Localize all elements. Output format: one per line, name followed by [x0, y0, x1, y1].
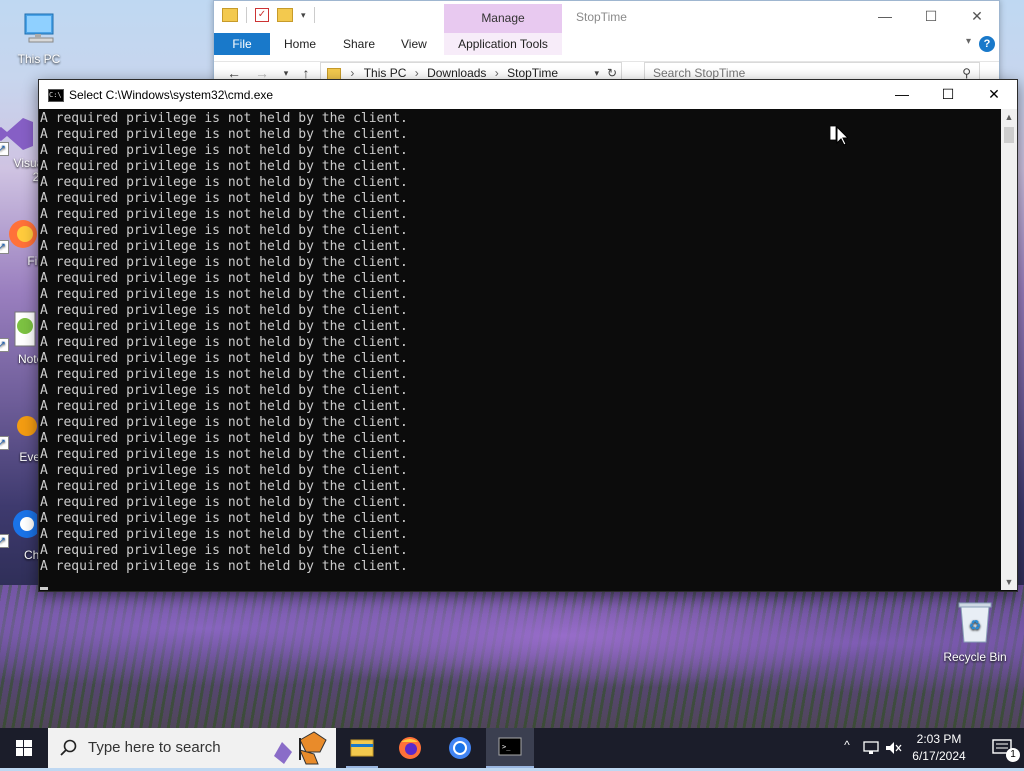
breadcrumb-stoptime[interactable]: StopTime: [507, 66, 558, 80]
this-pc-icon: [19, 10, 59, 50]
cmd-close-button[interactable]: ✕: [971, 80, 1017, 109]
explorer-close-button[interactable]: ✕: [954, 1, 1000, 33]
taskbar-chrome[interactable]: [436, 728, 484, 768]
breadcrumb-separator-icon: ›: [350, 66, 355, 80]
firefox-icon: [399, 737, 421, 759]
cmd-icon: >_: [498, 737, 522, 756]
taskbar-clock[interactable]: 2:03 PM 6/17/2024: [898, 731, 980, 765]
text-cursor: [40, 587, 48, 590]
home-tab[interactable]: Home: [284, 33, 316, 55]
taskbar-search-placeholder: Type here to search: [88, 739, 221, 756]
mouse-pointer-icon: [829, 125, 850, 147]
taskbar-firefox[interactable]: [386, 728, 434, 768]
shortcut-arrow-icon: ↗: [0, 240, 9, 254]
action-center-button[interactable]: 1: [980, 728, 1024, 768]
file-tab[interactable]: File: [214, 33, 270, 55]
toolbar-divider: [313, 7, 315, 23]
show-hidden-icons-chevron-icon[interactable]: ^: [838, 738, 856, 752]
cmd-window-title: Select C:\Windows\system32\cmd.exe: [69, 88, 274, 102]
shortcut-arrow-icon: ↗: [0, 338, 9, 352]
cmd-minimize-button[interactable]: —: [879, 80, 925, 109]
breadcrumb-downloads[interactable]: Downloads: [427, 66, 486, 80]
scrollbar-thumb[interactable]: [1004, 127, 1014, 143]
butterfly-icon: [274, 731, 327, 765]
manage-tab[interactable]: Manage: [444, 4, 562, 33]
view-tab[interactable]: View: [401, 33, 427, 55]
help-icon[interactable]: ?: [979, 36, 995, 52]
taskbar-search-box[interactable]: Type here to search: [48, 728, 336, 768]
console-output[interactable]: A required privilege is not held by the …: [39, 109, 1001, 590]
breadcrumb-separator-icon: ›: [494, 66, 499, 80]
cmd-window[interactable]: C:\ Select C:\Windows\system32\cmd.exe —…: [38, 79, 1018, 592]
explorer-window-title: StopTime: [576, 10, 627, 24]
quick-access-toolbar: ✓ ▾: [222, 7, 315, 23]
desktop-icon-this-pc[interactable]: This PC: [4, 10, 74, 66]
breadcrumb-this-pc[interactable]: This PC: [364, 66, 407, 80]
svg-text:>_: >_: [502, 743, 511, 751]
taskbar-cmd[interactable]: >_: [486, 728, 534, 768]
notepad-plus-plus-icon: ↗: [0, 310, 37, 352]
new-folder-icon[interactable]: [277, 8, 293, 22]
cmd-maximize-button[interactable]: ☐: [925, 80, 971, 109]
windows-logo-icon: [16, 740, 32, 756]
firefox-icon: ↗: [0, 212, 37, 254]
file-explorer-window[interactable]: ✓ ▾ Manage StopTime — ☐ ✕ File Home Shar…: [213, 0, 1000, 84]
chrome-icon: [449, 737, 471, 759]
recycle-bin-icon: ♻: [955, 600, 995, 644]
share-tab[interactable]: Share: [343, 33, 375, 55]
breadcrumb-separator-icon: ›: [414, 66, 419, 80]
network-icon[interactable]: [862, 740, 880, 756]
start-button[interactable]: [0, 728, 48, 768]
visual-studio-icon: ↗: [0, 114, 37, 156]
notification-count-badge: 1: [1006, 748, 1020, 762]
expand-ribbon-icon[interactable]: ▾: [966, 36, 971, 47]
shortcut-arrow-icon: ↗: [0, 534, 9, 548]
console-text: A required privilege is not held by the …: [40, 111, 408, 574]
search-placeholder: Search StopTime: [653, 66, 746, 80]
svg-text:♻: ♻: [969, 617, 982, 633]
cmd-app-icon[interactable]: C:\: [48, 89, 64, 102]
cmd-scrollbar[interactable]: ▲ ▼: [1001, 109, 1017, 590]
chrome-icon: ↗: [0, 506, 41, 548]
everything-search-icon: ↗: [0, 408, 37, 450]
desktop-wallpaper: [0, 585, 1024, 730]
ribbon-tabs: File Home Share View Application Tools ▾…: [214, 33, 999, 55]
file-explorer-icon: [350, 739, 374, 757]
desktop-icon-recycle-bin[interactable]: ♻ Recycle Bin: [938, 600, 1012, 664]
clock-date: 6/17/2024: [912, 749, 966, 763]
recycle-bin-label: Recycle Bin: [943, 650, 1007, 664]
scroll-down-arrow-icon[interactable]: ▼: [1001, 574, 1017, 590]
taskbar-file-explorer[interactable]: [338, 728, 386, 768]
search-icon: [60, 739, 77, 756]
explorer-minimize-button[interactable]: —: [862, 1, 908, 33]
clock-time: 2:03 PM: [916, 732, 962, 746]
properties-icon[interactable]: ✓: [255, 8, 269, 22]
folder-icon[interactable]: [222, 8, 238, 22]
toolbar-divider: [246, 7, 247, 23]
shortcut-arrow-icon: ↗: [0, 142, 9, 156]
scroll-up-arrow-icon[interactable]: ▲: [1001, 109, 1017, 125]
shortcut-arrow-icon: ↗: [0, 436, 9, 450]
taskbar: Type here to search >_ ^ 2:03 PM 6/17/20…: [0, 728, 1024, 768]
customize-toolbar-icon[interactable]: ▾: [301, 10, 306, 21]
application-tools-tab[interactable]: Application Tools: [444, 33, 562, 55]
explorer-titlebar[interactable]: ✓ ▾ Manage StopTime — ☐ ✕: [214, 1, 999, 33]
explorer-maximize-button[interactable]: ☐: [908, 1, 954, 33]
desktop-icon-label: This PC: [17, 52, 61, 66]
cmd-titlebar[interactable]: C:\ Select C:\Windows\system32\cmd.exe —…: [39, 80, 1017, 109]
